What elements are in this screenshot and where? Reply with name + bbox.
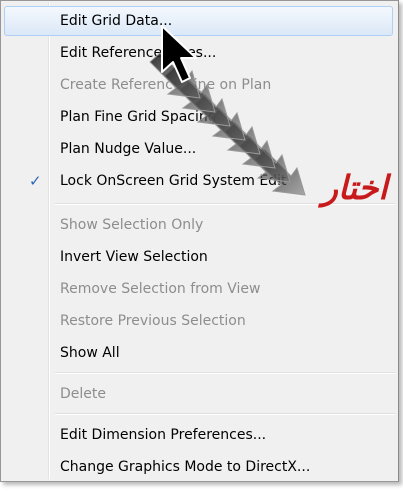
menu-item-label: Restore Previous Selection [60,313,246,329]
menu-item-label: Edit Reference Lines... [60,45,217,61]
menu-item-label: Delete [60,386,106,402]
menu-item-label: Lock OnScreen Grid System Edit [60,173,287,189]
menu-item-remove-selection: Remove Selection from View [4,274,393,304]
menu-item-label: Plan Nudge Value... [60,141,197,157]
menu-item-restore-previous-selection: Restore Previous Selection [4,306,393,336]
menu-item-label: Edit Grid Data... [60,13,173,29]
context-menu: Edit Grid Data... Edit Reference Lines..… [0,0,399,482]
menu-item-edit-dimension-preferences[interactable]: Edit Dimension Preferences... [4,420,393,450]
menu-separator [55,372,395,374]
menu-item-lock-onscreen-grid[interactable]: ✓ Lock OnScreen Grid System Edit [4,166,393,196]
menu-separator [55,413,395,415]
menu-separator [55,203,395,205]
menu-item-change-graphics-mode[interactable]: Change Graphics Mode to DirectX... [4,452,393,482]
menu-item-label: Show Selection Only [60,217,204,233]
menu-item-edit-grid-data[interactable]: Edit Grid Data... [4,6,393,36]
menu-item-label: Change Graphics Mode to DirectX... [60,459,311,475]
menu-item-label: Remove Selection from View [60,281,261,297]
menu-item-show-all[interactable]: Show All [4,338,393,368]
check-mark-icon: ✓ [29,172,42,190]
menu-item-edit-reference-lines[interactable]: Edit Reference Lines... [4,38,393,68]
menu-item-plan-nudge-value[interactable]: Plan Nudge Value... [4,134,393,164]
menu-item-create-reference-line: Create Reference Line on Plan [4,70,393,100]
menu-item-delete: Delete [4,379,393,409]
menu-item-label: Show All [60,345,120,361]
menu-item-label: Plan Fine Grid Spacing... [60,109,230,125]
menu-item-label: Create Reference Line on Plan [60,77,272,93]
menu-item-label: Edit Dimension Preferences... [60,427,267,443]
menu-item-invert-view-selection[interactable]: Invert View Selection [4,242,393,272]
menu-item-show-selection-only: Show Selection Only [4,210,393,240]
menu-item-label: Invert View Selection [60,249,208,265]
menu-item-plan-fine-grid-spacing[interactable]: Plan Fine Grid Spacing... [4,102,393,132]
